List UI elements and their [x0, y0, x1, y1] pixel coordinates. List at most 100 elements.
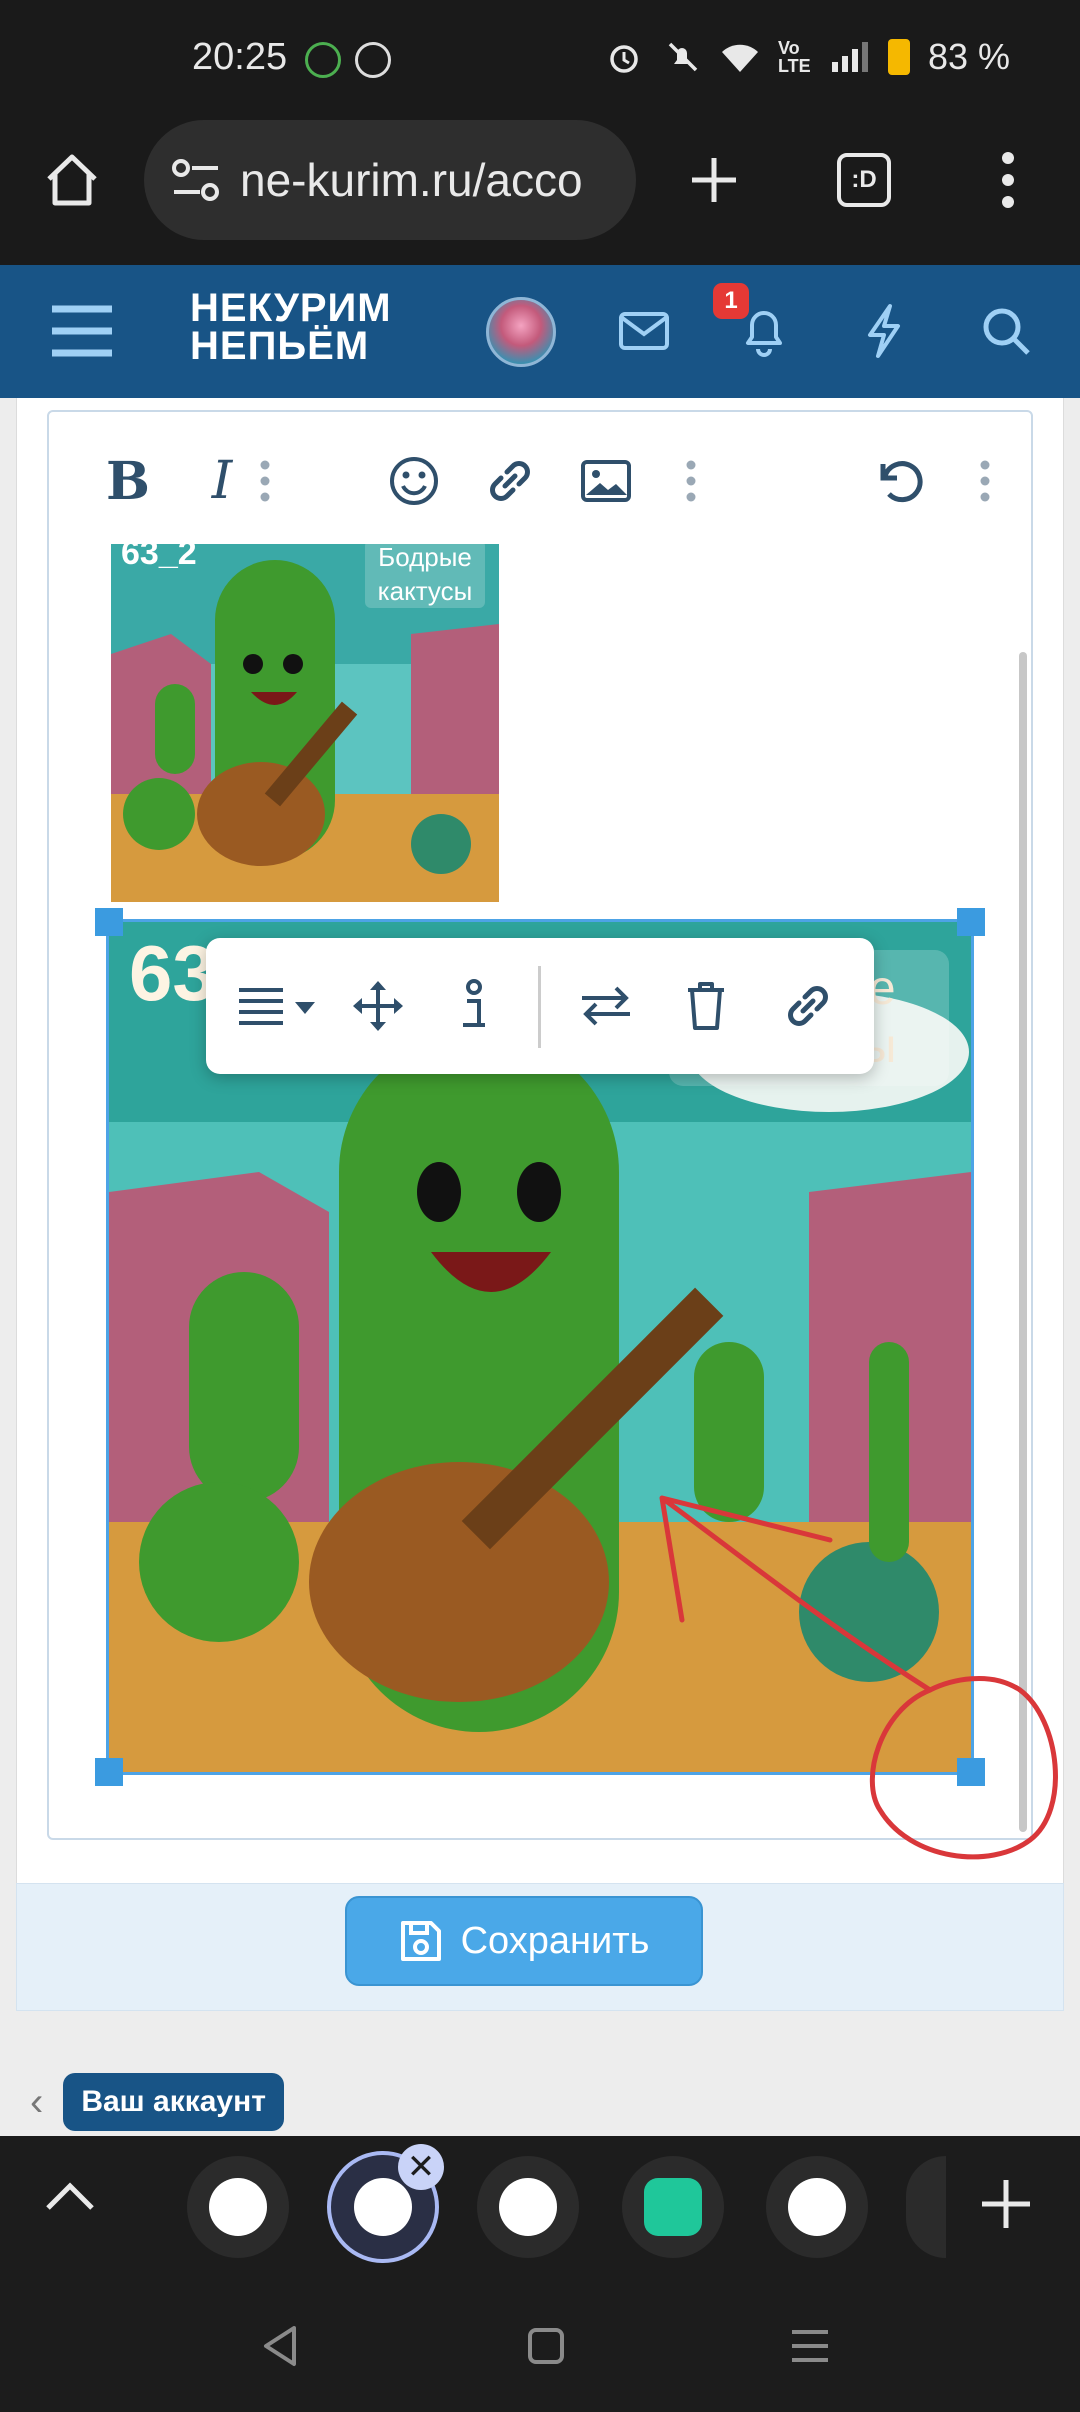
image-info-button[interactable] — [438, 970, 510, 1042]
site-favicon-icon — [354, 2178, 412, 2236]
status-system-icons: Vo LTE 83 % — [604, 36, 1010, 78]
tabs-count-icon: :D — [837, 153, 891, 207]
link-icon — [788, 986, 828, 1026]
delete-image-button[interactable] — [670, 970, 742, 1042]
breadcrumb-account-link[interactable]: Ваш аккаунт — [63, 2073, 284, 2131]
status-bar: 20:25 Vo LTE 83 % — [0, 0, 1080, 120]
text-more-button[interactable] — [245, 446, 285, 516]
align-icon — [239, 988, 315, 1025]
italic-icon: I — [211, 451, 233, 511]
close-tab-button[interactable]: ✕ — [398, 2144, 444, 2190]
lightning-icon — [868, 304, 900, 358]
notification-app-icon — [355, 42, 391, 78]
search-button[interactable] — [974, 299, 1038, 363]
url-text: ne-kurim.ru/acco — [240, 154, 583, 206]
resize-handle-top-right[interactable] — [957, 908, 985, 936]
more-vert-icon — [686, 460, 696, 502]
more-vert-icon — [260, 460, 270, 502]
user-avatar[interactable] — [486, 297, 556, 367]
whats-new-button[interactable] — [852, 299, 916, 363]
system-navigation-bar — [0, 2276, 1080, 2412]
site-settings-icon — [172, 159, 219, 201]
save-label: Сохранить — [460, 1919, 650, 1962]
site-favicon-icon — [499, 2178, 557, 2236]
info-icon — [463, 979, 485, 1027]
undo-icon — [880, 461, 923, 503]
browser-menu-button[interactable] — [972, 144, 1044, 216]
recents-icon — [792, 2330, 828, 2362]
status-time: 20:25 — [192, 36, 288, 78]
home-button[interactable] — [36, 144, 108, 216]
bold-button[interactable]: B — [93, 446, 163, 516]
add-tab-button[interactable] — [976, 2174, 1036, 2239]
tab-strip-collapse-button[interactable] — [40, 2176, 100, 2221]
resize-handle-bottom-right[interactable] — [957, 1758, 985, 1786]
address-bar[interactable]: ne-kurim.ru/acco — [144, 120, 636, 240]
alarm-icon — [610, 45, 638, 73]
mute-icon — [668, 42, 698, 72]
browser-tab[interactable] — [766, 2156, 868, 2258]
messages-button[interactable] — [612, 299, 676, 363]
wifi-icon — [721, 44, 758, 72]
emoji-button[interactable] — [379, 446, 449, 516]
image-tag: 63_2 — [121, 544, 197, 572]
move-image-button[interactable] — [342, 970, 414, 1042]
plus-icon — [692, 158, 736, 202]
image-link-button[interactable] — [772, 970, 844, 1042]
site-favicon-icon — [209, 2178, 267, 2236]
insert-link-button[interactable] — [475, 446, 545, 516]
new-tab-button[interactable] — [678, 144, 750, 216]
editor-more-button[interactable] — [965, 446, 1005, 516]
page-body: B I 63_2 Бодрые кактусы Сохранить ‹ Ваш … — [0, 398, 1080, 2138]
insert-more-button[interactable] — [671, 446, 711, 516]
logo-line-2: НЕПЬЁМ — [190, 324, 370, 368]
nav-back-button[interactable] — [250, 2316, 310, 2376]
resize-handle-top-left[interactable] — [95, 908, 123, 936]
search-icon — [983, 308, 1030, 355]
browser-tab[interactable] — [187, 2156, 289, 2258]
signal-icon — [831, 42, 868, 72]
trash-icon — [688, 982, 724, 1030]
browser-tab-strip — [0, 2136, 1080, 2276]
editor-scrollbar[interactable] — [1019, 652, 1027, 1832]
insert-image-button[interactable] — [571, 446, 641, 516]
replace-image-button[interactable] — [570, 970, 642, 1042]
align-dropdown-button[interactable] — [230, 970, 330, 1042]
image-toolbar — [206, 938, 874, 1074]
hamburger-icon — [52, 305, 112, 357]
notification-app-icon — [305, 42, 341, 78]
editor-toolbar: B I — [49, 412, 1031, 542]
image-icon — [581, 460, 631, 502]
form-submit-row: Сохранить — [16, 1883, 1064, 2011]
save-icon — [400, 1921, 441, 1961]
move-icon — [353, 981, 403, 1031]
rich-text-editor[interactable]: B I 63_2 Бодрые кактусы — [47, 410, 1033, 1840]
battery-icon — [887, 39, 910, 75]
network-type: Vo LTE — [777, 38, 811, 76]
logo-line-1: НЕКУРИМ — [190, 286, 392, 330]
browser-tab-partial[interactable] — [906, 2156, 946, 2258]
mail-icon — [619, 312, 669, 350]
undo-button[interactable] — [865, 446, 935, 516]
site-logo[interactable]: НЕКУРИМ НЕПЬЁМ — [190, 286, 392, 368]
close-icon: ✕ — [406, 2148, 436, 2186]
browser-tab[interactable] — [622, 2156, 724, 2258]
chevron-left-icon: ‹ — [30, 2079, 44, 2124]
triangle-back-icon — [264, 2326, 296, 2366]
save-button[interactable]: Сохранить — [345, 1896, 703, 1986]
nav-recents-button[interactable] — [780, 2316, 840, 2376]
link-icon — [490, 461, 530, 501]
notification-badge: 1 — [713, 283, 749, 319]
site-favicon-icon — [788, 2178, 846, 2236]
nav-home-button[interactable] — [516, 2316, 576, 2376]
tab-switcher-button[interactable]: :D — [828, 144, 900, 216]
menu-button[interactable] — [50, 299, 114, 363]
square-home-icon — [528, 2328, 564, 2364]
editor-card: B I 63_2 Бодрые кактусы — [16, 398, 1064, 1883]
smiley-icon — [390, 457, 438, 505]
resize-handle-bottom-left[interactable] — [95, 1758, 123, 1786]
embedded-image-small[interactable]: 63_2 Бодрые кактусы — [111, 544, 499, 902]
toolbar-separator — [538, 966, 541, 1048]
browser-tab[interactable] — [477, 2156, 579, 2258]
battery-level: 83 % — [927, 36, 1010, 77]
